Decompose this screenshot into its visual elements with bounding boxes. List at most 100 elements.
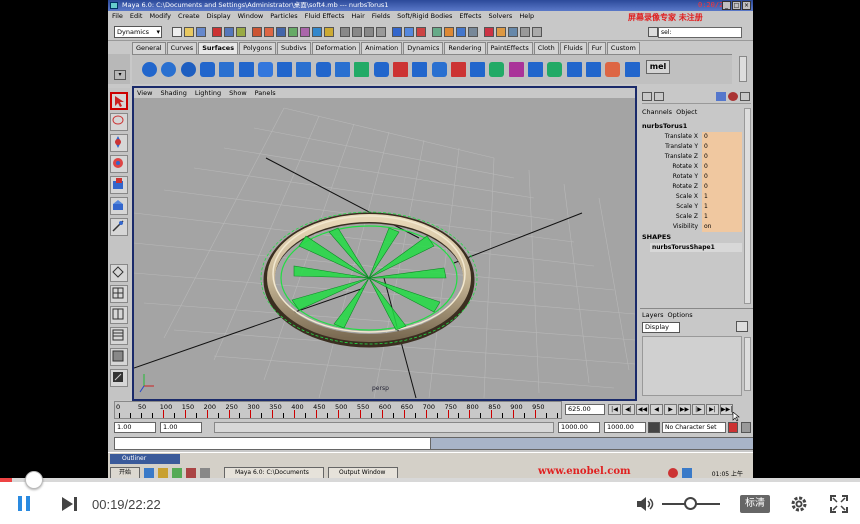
- nurbs-intersect-icon[interactable]: [450, 62, 466, 77]
- new-scene-icon[interactable]: [172, 27, 182, 37]
- step-forward-frame-icon[interactable]: ▶▶: [678, 404, 691, 415]
- select-hierarchy-icon[interactable]: [212, 27, 222, 37]
- attr-row-rotate-y[interactable]: Rotate Y 0: [644, 172, 742, 182]
- attr-value[interactable]: 1: [702, 202, 742, 212]
- attr-value[interactable]: on: [702, 222, 742, 232]
- new-layer-icon[interactable]: [736, 321, 748, 332]
- manipulator-tool-icon[interactable]: [110, 197, 128, 215]
- close-icon[interactable]: ×: [742, 1, 751, 10]
- rotate-sphere-icon[interactable]: [728, 92, 738, 101]
- nurbs-planar-icon[interactable]: [335, 62, 350, 77]
- nurbs-square-surface-icon[interactable]: [412, 62, 428, 77]
- minimize-icon[interactable]: _: [722, 1, 731, 10]
- hypershade-layout-icon[interactable]: [110, 348, 128, 366]
- outliner-window-strip[interactable]: Outliner: [110, 454, 180, 464]
- layer-list[interactable]: [642, 336, 742, 396]
- show-tool-settings-icon[interactable]: [520, 27, 530, 37]
- select-curves-icon[interactable]: [276, 27, 286, 37]
- rotate-tool-icon[interactable]: [110, 155, 128, 173]
- layers-menu-options[interactable]: Options: [668, 311, 693, 319]
- snap-curve-icon[interactable]: [352, 27, 362, 37]
- viewport-menu-show[interactable]: Show: [229, 88, 247, 98]
- tab-animation[interactable]: Animation: [361, 42, 403, 54]
- snap-grid-icon[interactable]: [340, 27, 350, 37]
- channel-box-toggle-icon[interactable]: [642, 92, 652, 101]
- animation-start-field[interactable]: 1.00: [114, 422, 156, 433]
- menu-create[interactable]: Create: [178, 11, 200, 22]
- channelbox-scrollbar[interactable]: [744, 108, 751, 304]
- perspective-viewport[interactable]: View Shading Lighting Show Panels persp: [132, 86, 637, 401]
- nurbs-plane-icon[interactable]: [219, 62, 235, 77]
- folder-quicklaunch-icon[interactable]: [158, 468, 168, 478]
- tab-fur[interactable]: Fur: [587, 42, 606, 54]
- next-button[interactable]: [60, 496, 80, 512]
- select-component-icon[interactable]: [236, 27, 246, 37]
- step-back-frame-icon[interactable]: ◀◀: [636, 404, 649, 415]
- attr-value[interactable]: 0: [702, 162, 742, 172]
- select-dynamics-icon[interactable]: [312, 27, 322, 37]
- attr-value[interactable]: 0: [702, 142, 742, 152]
- select-surfaces-icon[interactable]: [288, 27, 298, 37]
- nurbs-trim-icon[interactable]: [489, 62, 505, 77]
- menu-help[interactable]: Help: [519, 11, 534, 22]
- layer-editor-toggle-icon[interactable]: [654, 92, 664, 101]
- nurbs-project-curve-icon[interactable]: [470, 62, 486, 77]
- show-hypershade-icon[interactable]: [484, 27, 494, 37]
- tray-record-icon[interactable]: [668, 468, 678, 478]
- mel-script-button[interactable]: mel: [646, 60, 670, 74]
- snap-view-plane-icon[interactable]: [376, 27, 386, 37]
- tab-painteffects[interactable]: PaintEffects: [486, 42, 533, 54]
- open-scene-icon[interactable]: [184, 27, 194, 37]
- attr-row-visibility[interactable]: Visibility on: [644, 222, 742, 232]
- time-slider[interactable]: 0 50 100 150 200 250 300 350 400 450 500 550 600 650 7…: [114, 401, 562, 419]
- nurbs-birail-icon[interactable]: [373, 62, 389, 77]
- show-attribute-editor-icon[interactable]: [508, 27, 518, 37]
- select-tool-icon[interactable]: [110, 92, 128, 110]
- nurbs-cone-icon[interactable]: [199, 62, 215, 77]
- channelbox-menu-object[interactable]: Object: [676, 108, 697, 116]
- select-handles-icon[interactable]: [252, 27, 262, 37]
- tab-cloth[interactable]: Cloth: [533, 42, 559, 54]
- menu-edit[interactable]: Edit: [130, 11, 143, 22]
- progress-knob[interactable]: [25, 471, 44, 489]
- nurbs-bevel-icon[interactable]: [431, 62, 447, 77]
- nurbs-circle-icon[interactable]: [257, 62, 273, 77]
- attr-row-translate-y[interactable]: Translate Y 0: [644, 142, 742, 152]
- viewport-menu-view[interactable]: View: [137, 88, 152, 98]
- menu-effects[interactable]: Effects: [459, 11, 481, 22]
- ie-quicklaunch-icon[interactable]: [144, 468, 154, 478]
- select-object-icon[interactable]: [224, 27, 234, 37]
- attr-row-translate-z[interactable]: Translate Z 0: [644, 152, 742, 162]
- attr-value[interactable]: 0: [702, 172, 742, 182]
- animation-end-field[interactable]: 1000.00: [604, 422, 646, 433]
- viewport-menu-shading[interactable]: Shading: [160, 88, 186, 98]
- attr-row-scale-y[interactable]: Scale Y 1: [644, 202, 742, 212]
- tab-polygons[interactable]: Polygons: [239, 42, 276, 54]
- attr-row-rotate-z[interactable]: Rotate Z 0: [644, 182, 742, 192]
- nurbs-cube-icon[interactable]: [161, 62, 177, 77]
- render-layout-icon[interactable]: [110, 369, 128, 387]
- select-deformations-icon[interactable]: [300, 27, 310, 37]
- tab-surfaces[interactable]: Surfaces: [198, 42, 239, 54]
- menu-display[interactable]: Display: [207, 11, 231, 22]
- nurbs-square-icon[interactable]: [277, 62, 293, 77]
- select-rendering-icon[interactable]: [324, 27, 334, 37]
- menu-fields[interactable]: Fields: [372, 11, 390, 22]
- history-icon[interactable]: [392, 27, 402, 37]
- menu-hair[interactable]: Hair: [351, 11, 364, 22]
- outliner-layout-icon[interactable]: [110, 327, 128, 345]
- layers-menu-layers[interactable]: Layers: [642, 311, 664, 319]
- go-to-start-icon[interactable]: |◀: [608, 404, 621, 415]
- layer-type-select[interactable]: Display: [642, 322, 680, 333]
- tab-custom[interactable]: Custom: [606, 42, 640, 54]
- menu-particles[interactable]: Particles: [270, 11, 297, 22]
- soft-modification-tool-icon[interactable]: [110, 218, 128, 236]
- tab-fluids[interactable]: Fluids: [559, 42, 587, 54]
- attr-value[interactable]: 0: [702, 132, 742, 142]
- move-tool-icon[interactable]: [110, 134, 128, 152]
- nurbs-torus-icon[interactable]: [238, 62, 254, 77]
- render-current-icon[interactable]: [444, 27, 454, 37]
- app-quicklaunch-icon[interactable]: [200, 468, 210, 478]
- pause-button[interactable]: [16, 495, 34, 513]
- menu-modify[interactable]: Modify: [149, 11, 171, 22]
